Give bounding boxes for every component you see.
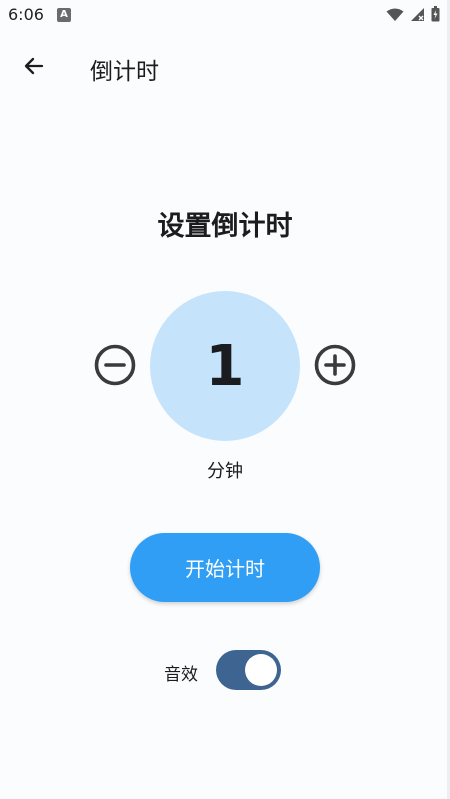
minutes-display: 1 [150,291,300,441]
countdown-screen: 6:06 A 倒计时 设置倒计时 1 分钟 开始计时 音效 [0,0,450,799]
wifi-icon [386,7,404,26]
status-bar: 6:06 A [0,0,450,32]
plus-circle-icon [313,343,357,391]
app-notification-icon: A [57,8,71,22]
minus-circle-icon [93,343,137,391]
start-button-label: 开始计时 [185,557,265,581]
increment-button[interactable] [313,343,357,391]
sound-label: 音效 [164,665,198,685]
decrement-button[interactable] [93,343,137,391]
sound-toggle[interactable] [216,650,281,690]
arrow-left-icon [22,54,46,82]
start-countdown-button[interactable]: 开始计时 [130,533,320,602]
signal-icon [410,7,425,26]
toggle-thumb [245,654,277,686]
back-button[interactable] [14,48,54,88]
page-title: 倒计时 [90,59,159,85]
status-time: 6:06 [8,5,44,24]
battery-icon [431,6,440,26]
status-icons [386,6,440,26]
minutes-value: 1 [205,333,245,399]
unit-label: 分钟 [207,461,243,482]
section-title: 设置倒计时 [157,211,293,242]
top-app-bar: 倒计时 [0,38,450,94]
